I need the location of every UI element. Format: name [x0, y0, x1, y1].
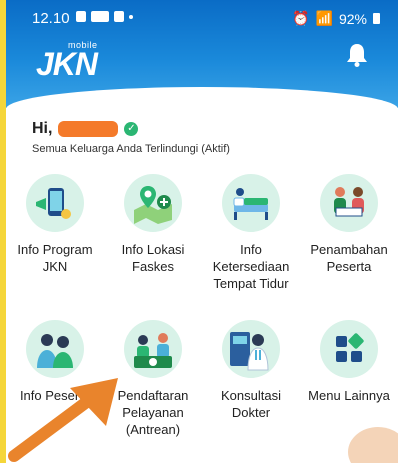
registration-icon	[320, 174, 378, 232]
menu-lainnya[interactable]: Menu Lainnya	[300, 320, 398, 404]
menu-info-program-jkn[interactable]: Info Program JKN	[6, 174, 104, 275]
verified-check-icon: ✓	[124, 122, 139, 136]
status-time: 12.10	[32, 10, 70, 27]
grid-menu-icon	[320, 320, 378, 378]
menu-label: Info Lokasi Faskes	[121, 242, 185, 274]
greeting-section: Hi, ✓ Semua Keluarga Anda Terlindungi (A…	[32, 120, 230, 155]
wifi-signal-icon: 📶	[315, 10, 333, 26]
menu-penambahan-peserta[interactable]: Penambahan Peserta	[300, 174, 398, 275]
notification-icon	[114, 11, 124, 22]
map-location-icon	[124, 174, 182, 232]
doctor-icon	[222, 320, 280, 378]
status-indicators: ⏰ 📶 92%	[292, 10, 380, 27]
menu-label: Menu Lainnya	[308, 388, 390, 403]
battery-percent: 92%	[338, 10, 367, 27]
dot-icon	[129, 14, 133, 19]
status-bar: 12.10 ⏰ 📶 92%	[6, 0, 398, 34]
menu-label: Info Ketersediaan Tempat Tidur	[212, 242, 290, 291]
menu-konsultasi-dokter[interactable]: Konsultasi Dokter	[202, 320, 300, 421]
phone-megaphone-icon	[26, 174, 84, 232]
annotation-arrow-icon	[8, 378, 118, 462]
hospital-bed-icon	[222, 174, 280, 232]
decorative-blob	[348, 427, 398, 463]
membership-status: Semua Keluarga Anda Terlindungi (Aktif)	[32, 143, 230, 155]
alarm-icon: ⏰	[292, 10, 310, 26]
logo-main-text: JKN	[36, 46, 98, 82]
notification-bell-icon[interactable]	[346, 42, 368, 73]
notification-icons	[76, 11, 133, 22]
queue-registration-icon	[124, 320, 182, 378]
battery-icon	[373, 13, 380, 24]
notification-icon	[76, 11, 86, 22]
menu-label: Penambahan Peserta	[310, 242, 388, 274]
notification-icon	[91, 11, 109, 22]
menu-info-lokasi-faskes[interactable]: Info Lokasi Faskes	[104, 174, 202, 275]
menu-label: Konsultasi Dokter	[221, 388, 281, 420]
menu-info-ketersediaan-tempat-tidur[interactable]: Info Ketersediaan Tempat Tidur	[202, 174, 300, 292]
user-name-redacted	[58, 121, 119, 137]
menu-label: Info Program JKN	[17, 242, 93, 274]
greeting-hi: Hi,	[32, 120, 53, 137]
app-header: 12.10 ⏰ 📶 92% mobile JKN	[6, 0, 398, 109]
